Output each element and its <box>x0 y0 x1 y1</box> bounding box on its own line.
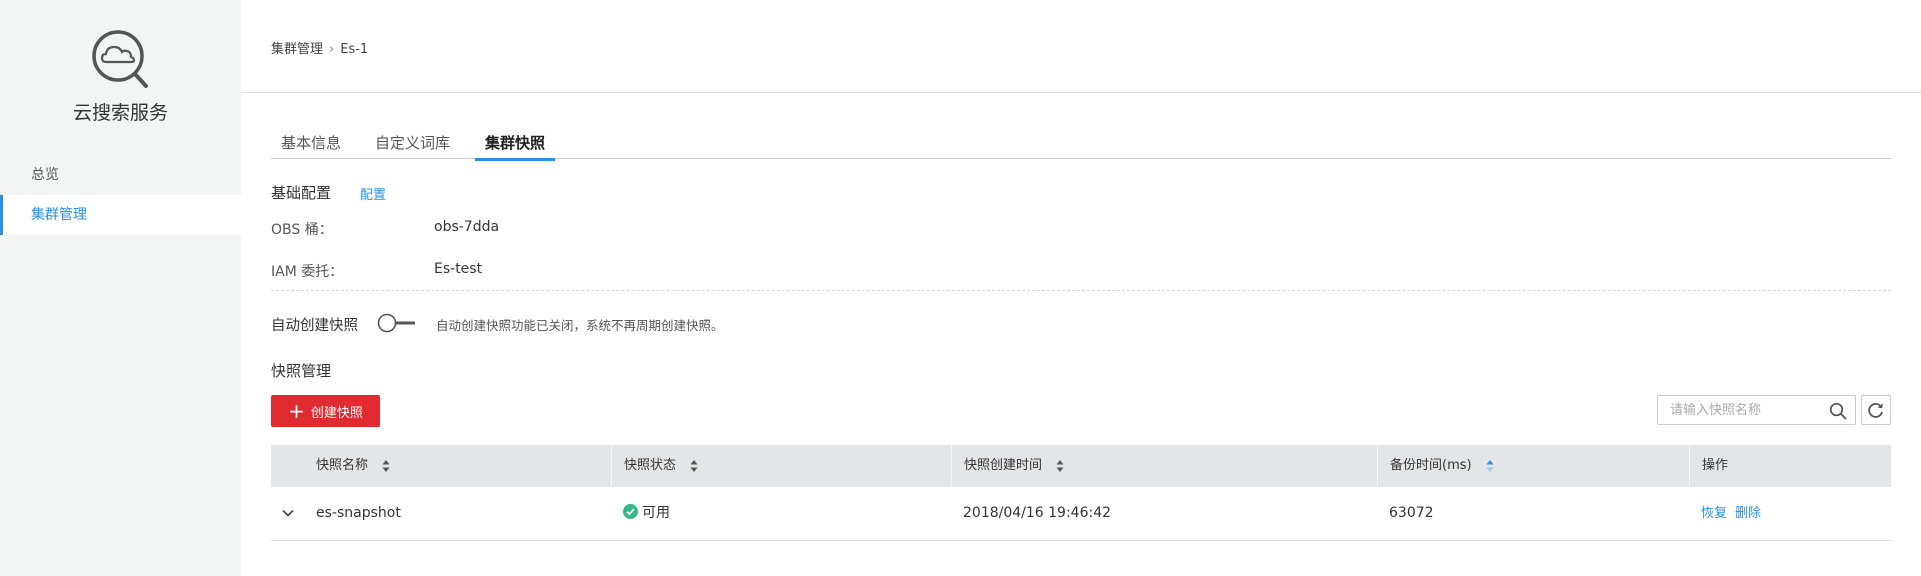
breadcrumb-parent[interactable]: 集群管理 <box>271 42 323 57</box>
column-header-label: 操作 <box>1702 458 1729 473</box>
column-header-created-time[interactable]: 快照创建时间 <box>951 445 1377 487</box>
column-header-label: 备份时间(ms) <box>1390 458 1472 473</box>
iam-agency-value: Es-test <box>434 261 483 277</box>
sidebar-item-cluster-management[interactable]: 集群管理 <box>0 195 241 235</box>
column-header-actions: 操作 <box>1689 445 1891 487</box>
refresh-button[interactable] <box>1861 395 1891 425</box>
create-snapshot-label: 创建快照 <box>310 405 363 421</box>
sidebar-item-overview[interactable]: 总览 <box>0 155 241 195</box>
snapshot-created-time: 2018/04/16 19:46:42 <box>963 505 1112 521</box>
cloud-search-icon <box>92 30 148 88</box>
delete-link[interactable]: 删除 <box>1735 506 1761 521</box>
column-header-label: 快照名称 <box>316 458 369 473</box>
search-icon[interactable] <box>1829 402 1847 420</box>
table-header: 快照名称 快照状态 快照创建时间 备份时间(ms) 操作 <box>271 445 1891 487</box>
snapshot-status: 可用 <box>623 487 670 540</box>
tab-bar: 基本信息 自定义词库 集群快照 <box>271 130 1891 161</box>
sort-icon[interactable] <box>1056 459 1064 473</box>
breadcrumb: 集群管理 › Es-1 <box>271 38 368 57</box>
snapshot-search <box>1657 395 1856 425</box>
snapshot-actions: 恢复 删除 <box>1701 487 1769 540</box>
column-header-name[interactable]: 快照名称 <box>271 445 611 487</box>
create-snapshot-button[interactable]: + 创建快照 <box>271 395 380 427</box>
snapshot-management-title: 快照管理 <box>271 362 332 380</box>
breadcrumb-separator-icon: › <box>329 42 335 57</box>
divider <box>271 290 1891 291</box>
sidebar: 云搜索服务 总览 集群管理 <box>0 0 241 576</box>
tab-cluster-snapshot[interactable]: 集群快照 <box>475 132 556 161</box>
obs-bucket-value: obs-7dda <box>434 219 500 235</box>
refresh-icon <box>1868 403 1883 418</box>
snapshot-search-input[interactable] <box>1668 402 1832 419</box>
auto-snapshot-hint: 自动创建快照功能已关闭，系统不再周期创建快照。 <box>436 318 724 333</box>
basic-config-title: 基础配置 <box>271 184 332 202</box>
column-header-label: 快照状态 <box>624 458 677 473</box>
column-header-backup-time[interactable]: 备份时间(ms) <box>1377 445 1689 487</box>
obs-bucket-label: OBS 桶： <box>271 222 333 238</box>
restore-link[interactable]: 恢复 <box>1701 506 1727 521</box>
iam-agency-label: IAM 委托： <box>271 264 344 280</box>
column-header-status[interactable]: 快照状态 <box>611 445 951 487</box>
plus-icon: + <box>288 399 305 423</box>
chevron-down-icon[interactable] <box>281 506 295 520</box>
config-link[interactable]: 配置 <box>360 184 386 203</box>
check-circle-icon <box>623 503 638 519</box>
column-header-label: 快照创建时间 <box>964 458 1043 473</box>
sort-icon[interactable] <box>382 459 390 473</box>
snapshot-status-label: 可用 <box>642 505 670 521</box>
brand-title: 云搜索服务 <box>72 102 168 124</box>
tab-custom-dictionary[interactable]: 自定义词库 <box>365 132 460 158</box>
snapshot-backup-time: 63072 <box>1389 505 1434 521</box>
tab-basic-info[interactable]: 基本信息 <box>271 132 351 158</box>
auto-snapshot-label: 自动创建快照 <box>271 318 358 334</box>
auto-snapshot-toggle[interactable] <box>377 313 415 333</box>
table-row: es-snapshot 可用 2018/04/16 19:46:42 63072… <box>271 487 1891 541</box>
snapshot-name: es-snapshot <box>316 505 401 521</box>
breadcrumb-current: Es-1 <box>340 42 369 57</box>
sort-icon[interactable] <box>1486 459 1494 473</box>
header <box>241 0 1921 93</box>
sort-icon[interactable] <box>690 459 698 473</box>
